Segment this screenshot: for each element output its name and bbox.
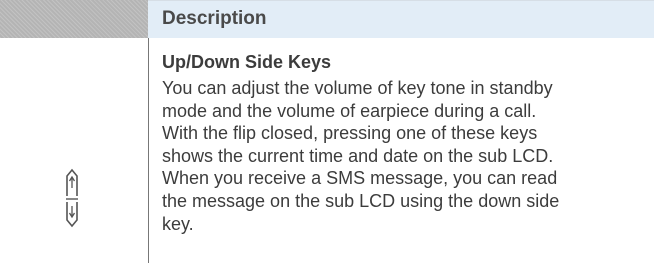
key-title: Up/Down Side Keys bbox=[162, 52, 332, 72]
column-divider bbox=[148, 38, 149, 263]
icon-cell bbox=[0, 38, 148, 263]
description-line: the message on the sub LCD using the dow… bbox=[162, 190, 560, 211]
description-text: You can adjust the volume of key tone in… bbox=[162, 77, 642, 235]
description-line: You can adjust the volume of key tone in… bbox=[162, 78, 553, 98]
description-line: When you receive a SMS message, you can … bbox=[162, 168, 558, 189]
description-table: Description Up/Down Side Keys You can ad… bbox=[0, 0, 654, 263]
description-cell: Up/Down Side Keys You can adjust the vol… bbox=[162, 50, 642, 235]
description-line: mode and the volume of earpiece during a… bbox=[162, 100, 537, 121]
header-blank-cell bbox=[0, 0, 148, 38]
up-down-side-keys-icon bbox=[66, 168, 78, 228]
description-line: key. bbox=[162, 213, 194, 234]
header-description-cell: Description bbox=[148, 0, 654, 38]
description-line: shows the current time and date on the s… bbox=[162, 145, 554, 166]
description-line: With the flip closed, pressing one of th… bbox=[162, 123, 538, 144]
column-header-label: Description bbox=[162, 8, 267, 29]
